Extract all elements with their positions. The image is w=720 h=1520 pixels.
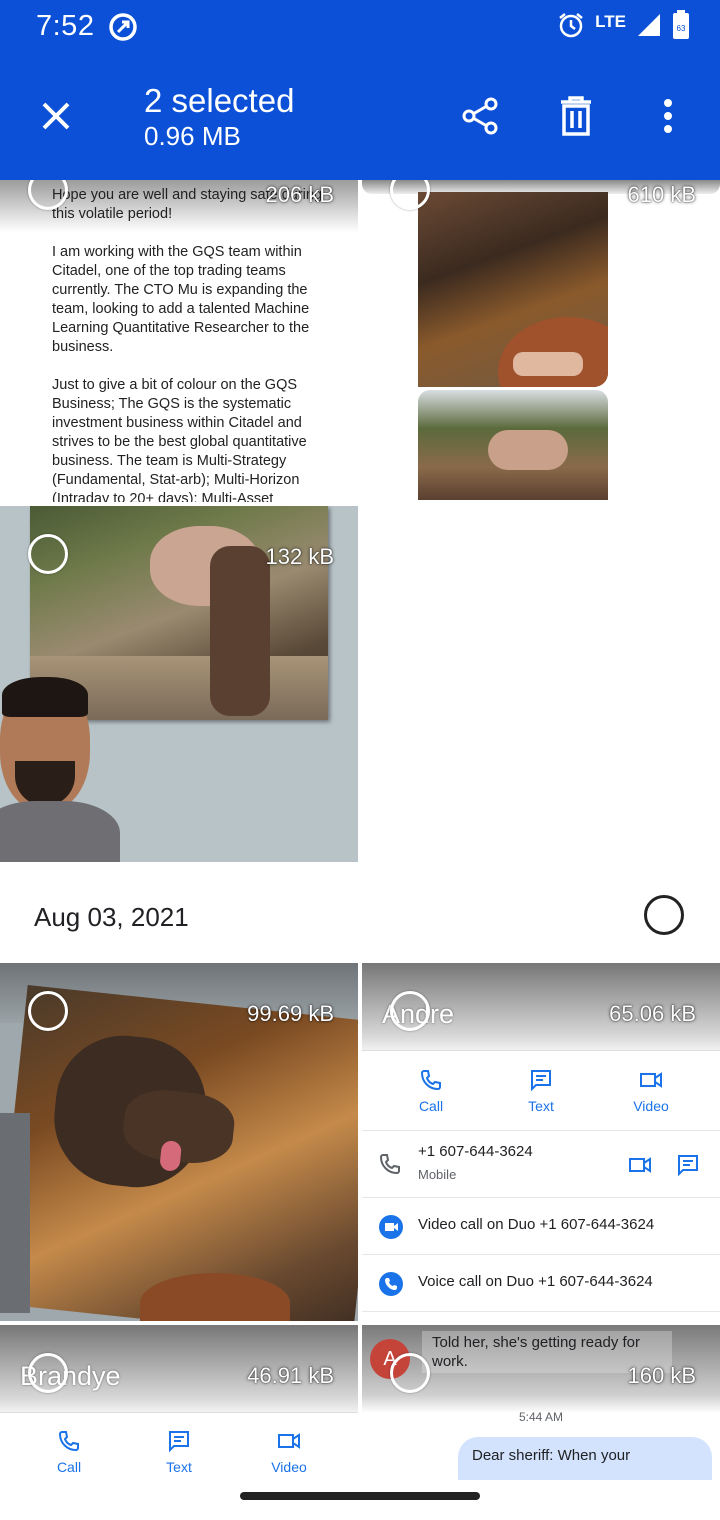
file-size: 65.06 kB [609, 1001, 696, 1026]
reply-bubble: Dear sheriff: When your [458, 1437, 712, 1480]
file-grid: Hope you are well and staying safe durin… [0, 180, 720, 1480]
file-size: 160 kB [627, 1363, 697, 1388]
duo-video-icon [379, 1215, 403, 1239]
document-text: Hope you are well and staying safe durin… [52, 186, 342, 502]
video-action[interactable]: Video [249, 1429, 329, 1475]
video-icon[interactable] [628, 1153, 652, 1182]
text-label: Text [166, 1459, 192, 1475]
file-size: 610 kB [627, 182, 697, 207]
more-options-icon[interactable] [646, 94, 690, 138]
message-icon[interactable] [676, 1153, 700, 1182]
phone-icon [58, 1431, 79, 1452]
file-size: 206 kB [265, 182, 335, 207]
dog-painting [0, 985, 358, 1321]
select-checkbox[interactable] [390, 991, 430, 1031]
doc-paragraph: Just to give a bit of colour on the GQS … [52, 377, 307, 502]
chat-screenshot-tile[interactable]: A Told her, she's getting ready for work… [362, 1325, 720, 1480]
call-label: Call [56, 1459, 82, 1475]
dog-collage-tile[interactable]: 610 kB [362, 180, 720, 502]
selection-title: 2 selected [144, 82, 295, 119]
app-bar: 7:52 LTE 63 2 selected 0.96 MB [0, 0, 720, 180]
select-checkbox[interactable] [28, 991, 68, 1031]
duo-video-label: Video call on Duo +1 607-644-3624 [418, 1216, 655, 1233]
select-checkbox[interactable] [390, 1353, 430, 1393]
phone-row[interactable]: +1 607-644-3624 Mobile [362, 1131, 720, 1198]
network-type: LTE [595, 12, 626, 31]
person-photo [0, 677, 120, 862]
battery-icon: 63 [672, 9, 690, 45]
share-icon[interactable] [458, 94, 502, 138]
contact-brandye-tile[interactable]: Brandye Call Text Video 46.91 kB [0, 1325, 358, 1480]
select-checkbox[interactable] [28, 1353, 68, 1393]
dog-photo-tile[interactable]: 99.69 kB [0, 963, 358, 1321]
close-icon[interactable] [36, 96, 76, 136]
status-time: 7:52 [36, 10, 95, 42]
signal-icon [636, 12, 662, 43]
selection-size: 0.96 MB [144, 121, 241, 151]
video-label: Video [271, 1459, 307, 1475]
duo-voice-row[interactable]: Voice call on Duo +1 607-644-3624 [362, 1255, 720, 1312]
duo-voice-label: Voice call on Duo +1 607-644-3624 [418, 1273, 653, 1290]
phone-type: Mobile [418, 1167, 457, 1182]
select-all-checkbox[interactable] [644, 895, 684, 935]
alarm-icon [557, 11, 585, 44]
call-action[interactable]: Call [29, 1429, 109, 1475]
painting-photo-thumbnail [418, 390, 608, 500]
office-photo-tile[interactable]: 132 kB [0, 506, 358, 862]
message-time: 5:44 AM [518, 1410, 564, 1424]
file-size: 99.69 kB [247, 1001, 334, 1026]
phone-number: +1 607-644-3624 [418, 1143, 533, 1160]
video-icon [278, 1433, 300, 1449]
dog-photo-thumbnail [418, 192, 608, 387]
document-screenshot-tile[interactable]: Hope you are well and staying safe durin… [0, 180, 358, 502]
select-checkbox[interactable] [28, 534, 68, 574]
file-size: 132 kB [265, 544, 335, 569]
doc-paragraph: I am working with the GQS team within Ci… [52, 244, 310, 355]
battery-level: 63 [677, 24, 686, 33]
gesture-nav-bar[interactable] [240, 1492, 480, 1500]
duo-voice-icon [379, 1272, 403, 1296]
status-bar: 7:52 LTE 63 [0, 0, 720, 56]
text-action[interactable]: Text [139, 1429, 219, 1475]
contact-andre-tile[interactable]: Andre Call Text Video +1 607-644-3624 Mo… [362, 963, 720, 1321]
section-date: Aug 03, 2021 [34, 902, 189, 932]
delete-icon[interactable] [554, 94, 598, 138]
app-notification-icon [108, 12, 138, 47]
phone-icon [378, 1152, 402, 1181]
duo-video-row[interactable]: Video call on Duo +1 607-644-3624 [362, 1198, 720, 1255]
message-icon [169, 1431, 189, 1453]
file-size: 46.91 kB [247, 1363, 334, 1388]
